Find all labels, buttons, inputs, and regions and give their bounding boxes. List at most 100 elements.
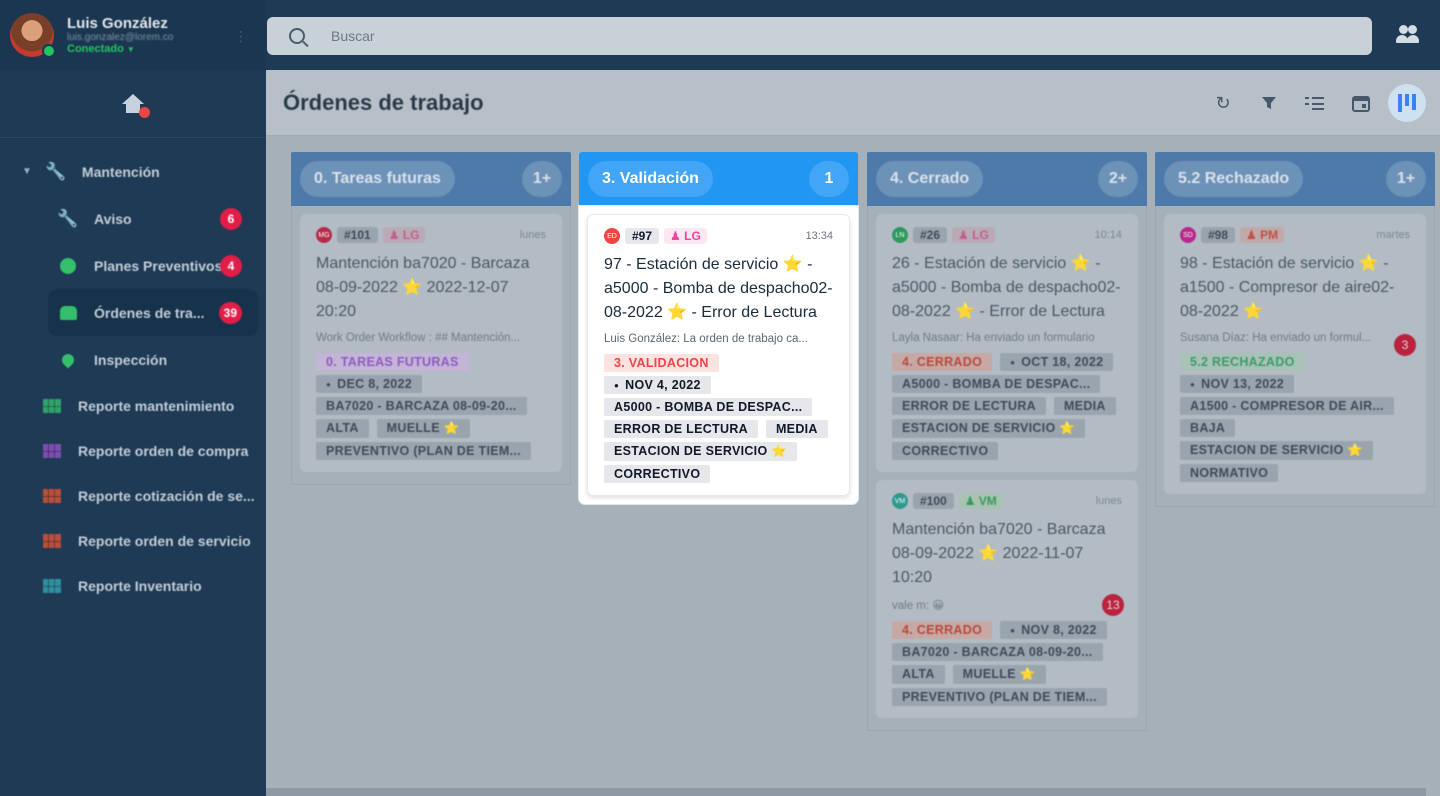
count-badge: 4 [220, 254, 242, 277]
assignee-tag: ♟ LG [664, 228, 707, 244]
sidebar-item-planes-preventivos[interactable]: Planes Preventivos 4 [0, 242, 266, 289]
work-order-card[interactable]: SD #98 ♟ PM martes 98 - Estación de serv… [1164, 214, 1426, 494]
sidebar-group-mantencion[interactable]: ▼ 🔧 Mantención [0, 148, 266, 195]
order-id: #101 [337, 227, 378, 243]
work-order-card[interactable]: ED #97 ♟ LG 13:34 97 - Estación de servi… [587, 214, 850, 496]
report-grid-icon [42, 486, 62, 506]
refresh-icon[interactable]: ↻ [1204, 84, 1242, 122]
card-title: 98 - Estación de servicio ⭐ - a1500 - Co… [1180, 255, 1395, 320]
sidebar-item-label: Planes Preventivos [94, 257, 223, 274]
column-count: 2+ [1098, 161, 1138, 197]
sidebar-item-label: Reporte cotización de se... [78, 487, 255, 504]
location-pin-icon [58, 350, 78, 370]
card-note: Luis González: La orden de trabajo ca... [604, 333, 808, 345]
asset-tag: A5000 - BOMBA DE DESPAC... [892, 375, 1101, 393]
avatar: SD [1180, 227, 1196, 243]
assignee-tag: ♟ LG [382, 227, 426, 243]
horizontal-scrollbar[interactable] [266, 788, 1426, 796]
clock-icon [58, 256, 78, 276]
notification-dot [139, 106, 150, 118]
asset-tag: BA7020 - BARCAZA 08-09-20... [316, 397, 527, 415]
column-title[interactable]: 3. Validación [588, 161, 713, 197]
location-tag: MUELLE ⭐ [952, 665, 1046, 684]
chevron-down-icon: ▼ [126, 45, 135, 54]
people-icon[interactable] [1396, 25, 1420, 45]
more-options-icon[interactable]: ⋮ [234, 28, 248, 45]
report-grid-icon [42, 441, 62, 461]
calendar-icon[interactable] [1342, 84, 1380, 122]
column-body: SD #98 ♟ PM martes 98 - Estación de serv… [1155, 206, 1435, 507]
report-grid-icon [42, 576, 62, 596]
sidebar-item-reporte-orden-de-compra[interactable]: Reporte orden de compra [0, 428, 266, 473]
sidebar-menu: ▼ 🔧 Mantención 🔧 Aviso 6 Planes Preventi… [0, 138, 266, 608]
comment-count-badge: 3 [1394, 334, 1416, 356]
order-id: #97 [625, 228, 660, 244]
page-header: Órdenes de trabajo ↻ [266, 70, 1440, 136]
priority-tag: BAJA [1180, 419, 1236, 437]
location-tag: MUELLE ⭐ [376, 419, 470, 438]
sidebar-item-reporte-inventario[interactable]: Reporte Inventario [0, 563, 266, 608]
kanban-column: 0. Tareas futuras 1+ MG #101 ♟ LG lunes … [291, 152, 571, 485]
user-status-label: Conectado [67, 43, 124, 55]
sidebar-item-aviso[interactable]: 🔧 Aviso 6 [0, 195, 266, 242]
avatar[interactable] [10, 13, 56, 58]
card-title: 26 - Estación de servicio ⭐ - a5000 - Bo… [892, 255, 1121, 320]
search-input[interactable]: Buscar [267, 17, 1372, 55]
priority-tag: ALTA [316, 419, 369, 438]
column-header: 5.2 Rechazado 1+ [1155, 152, 1435, 206]
avatar: VM [892, 493, 908, 509]
date-tag: NOV 4, 2022 [604, 376, 711, 394]
kanban-column: 4. Cerrado 2+ LN #26 ♟ LG 10:14 26 - Est… [867, 152, 1147, 731]
search-placeholder: Buscar [331, 28, 375, 44]
priority-tag: MEDIA [1053, 397, 1116, 415]
column-header: 3. Validación 1 [579, 152, 858, 206]
sidebar-item-reporte-orden-de-servicio[interactable]: Reporte orden de servicio [0, 518, 266, 563]
date-tag: OCT 18, 2022 [1000, 353, 1114, 371]
column-count: 1 [809, 161, 849, 197]
user-info: Luis González luis.gonzalez@lorem.co Con… [67, 15, 173, 55]
sidebar-item-inspeccion[interactable]: Inspección [0, 336, 266, 383]
work-order-card[interactable]: LN #26 ♟ LG 10:14 26 - Estación de servi… [876, 214, 1138, 472]
work-order-card[interactable]: VM #100 ♟ VM lunes Mantención ba7020 - B… [876, 480, 1138, 718]
sidebar-item-reporte-cotizacion[interactable]: Reporte cotización de se... [0, 473, 266, 518]
count-badge: 39 [218, 301, 242, 324]
card-time: lunes [519, 229, 546, 241]
user-status[interactable]: Conectado ▼ [67, 43, 173, 55]
user-profile[interactable]: Luis González luis.gonzalez@lorem.co Con… [0, 0, 266, 70]
status-tag: 0. TAREAS FUTURAS [316, 353, 469, 371]
home-button[interactable] [0, 70, 266, 138]
toolbox-icon [58, 303, 78, 323]
card-note: vale m: 😀 [892, 600, 945, 612]
status-tag: 5.2 RECHAZADO [1180, 353, 1305, 371]
sidebar-item-label: Aviso [94, 210, 132, 227]
assignee-initials: LG [972, 228, 989, 242]
date-tag: NOV 8, 2022 [1000, 621, 1107, 639]
avatar: MG [316, 227, 332, 243]
card-time: 10:14 [1094, 229, 1122, 241]
column-title[interactable]: 5.2 Rechazado [1164, 161, 1304, 197]
location-tag: ESTACION DE SERVICIO ⭐ [604, 442, 798, 461]
sidebar-item-label: Reporte orden de servicio [78, 532, 251, 549]
status-tag: 4. CERRADO [892, 353, 993, 371]
status-tag: 3. VALIDACION [604, 354, 719, 372]
sidebar: Luis González luis.gonzalez@lorem.co Con… [0, 0, 266, 796]
work-order-card[interactable]: MG #101 ♟ LG lunes Mantención ba7020 - B… [300, 214, 562, 472]
wrench-icon: 🔧 [57, 208, 79, 228]
card-note: Layla Nasaar: Ha enviado un formulario [892, 332, 1095, 344]
column-header: 4. Cerrado 2+ [867, 152, 1147, 206]
asset-tag: A1500 - COMPRESOR DE AIR... [1180, 397, 1394, 415]
column-title[interactable]: 0. Tareas futuras [300, 161, 455, 197]
column-count: 1+ [1386, 161, 1426, 197]
list-icon[interactable] [1296, 84, 1334, 122]
filter-icon[interactable] [1250, 84, 1288, 122]
assignee-initials: PM [1260, 228, 1279, 242]
location-tag: ESTACION DE SERVICIO ⭐ [1180, 441, 1374, 460]
search-icon [289, 28, 305, 44]
kanban-column: 3. Validación 1 ED #97 ♟ LG 13:34 97 - E… [579, 152, 858, 504]
page-title: Órdenes de trabajo [283, 89, 484, 115]
kanban-icon[interactable] [1388, 84, 1426, 122]
type-tag: CORRECTIVO [892, 442, 999, 460]
sidebar-item-reporte-mantenimiento[interactable]: Reporte mantenimiento [0, 383, 266, 428]
column-title[interactable]: 4. Cerrado [876, 161, 984, 197]
sidebar-item-ordenes-de-trabajo[interactable]: Órdenes de tra... 39 [48, 289, 258, 336]
